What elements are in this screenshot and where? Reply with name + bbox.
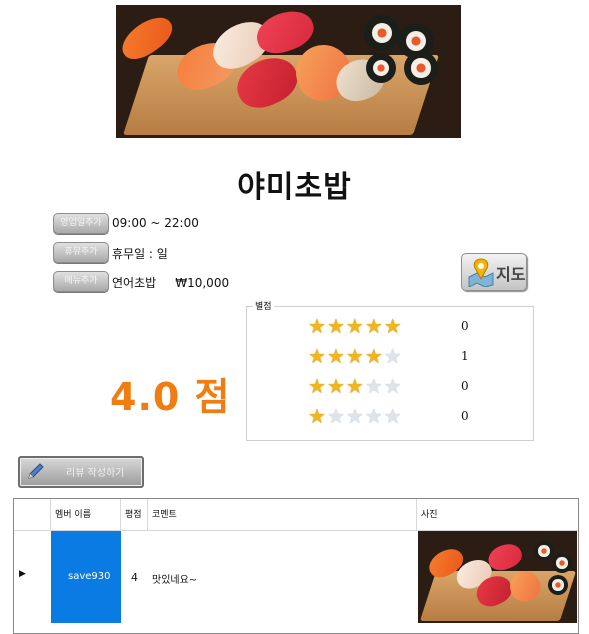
star-empty-icon: ★ bbox=[383, 374, 402, 398]
hours-value: 09:00 ~ 22:00 bbox=[112, 216, 199, 230]
star-empty-icon: ★ bbox=[364, 404, 383, 428]
rating-count-3: 0 bbox=[461, 379, 469, 393]
hours-add-button[interactable]: 영업일추가 bbox=[53, 213, 109, 234]
rating-count-1: 0 bbox=[461, 319, 469, 333]
average-score: 4.0 점 bbox=[110, 375, 231, 419]
map-button-label: 지도 bbox=[496, 265, 526, 284]
menu-value: 연어초밥 ₩10,000 bbox=[112, 276, 230, 290]
holiday-add-button[interactable]: 휴뮤추가 bbox=[53, 242, 109, 263]
star-empty-icon: ★ bbox=[383, 344, 402, 368]
star-filled-icon: ★ bbox=[308, 314, 326, 338]
rating-row-3: ★ ★ ★ ★ ★ bbox=[308, 376, 402, 396]
star-filled-icon: ★ bbox=[308, 404, 326, 428]
row-header-corner bbox=[14, 499, 51, 531]
rating-row-1: ★ ★ ★ ★ ★ bbox=[308, 316, 402, 336]
table-row[interactable]: ▶ save930 4 맛있네요~ bbox=[14, 531, 578, 633]
column-header-comment[interactable]: 코멘트 bbox=[148, 499, 417, 531]
star-filled-icon: ★ bbox=[345, 314, 364, 338]
rating-count-2: 1 bbox=[461, 349, 469, 363]
write-review-button[interactable]: 리뷰 작성하기 bbox=[18, 456, 144, 488]
rating-row-2: ★ ★ ★ ★ ★ bbox=[308, 346, 402, 366]
column-header-member[interactable]: 멤버 이름 bbox=[51, 499, 121, 531]
review-photo bbox=[418, 531, 577, 623]
star-filled-icon: ★ bbox=[308, 374, 326, 398]
star-filled-icon: ★ bbox=[326, 374, 345, 398]
star-filled-icon: ★ bbox=[326, 344, 345, 368]
map-pin-icon bbox=[468, 258, 494, 287]
row-selector-icon: ▶ bbox=[19, 569, 26, 579]
rating-value: 4 bbox=[131, 571, 138, 584]
rating-row-4: ★ ★ ★ ★ ★ bbox=[308, 406, 402, 426]
restaurant-photo bbox=[116, 5, 461, 138]
star-empty-icon: ★ bbox=[383, 404, 402, 428]
column-header-rating[interactable]: 평점 bbox=[121, 499, 148, 531]
map-button[interactable]: 지도 bbox=[461, 253, 527, 291]
review-table[interactable]: 멤버 이름 평점 코멘트 사진 ▶ save930 4 맛있네요~ bbox=[13, 498, 579, 634]
holiday-value: 휴무일 : 일 bbox=[112, 247, 168, 261]
star-filled-icon: ★ bbox=[364, 314, 383, 338]
star-filled-icon: ★ bbox=[345, 344, 364, 368]
star-empty-icon: ★ bbox=[345, 404, 364, 428]
star-filled-icon: ★ bbox=[345, 374, 364, 398]
write-review-label: 리뷰 작성하기 bbox=[66, 468, 125, 479]
rating-count-4: 0 bbox=[461, 409, 469, 423]
star-filled-icon: ★ bbox=[308, 344, 326, 368]
pencil-icon bbox=[28, 463, 44, 479]
column-header-photo[interactable]: 사진 bbox=[417, 499, 578, 531]
star-empty-icon: ★ bbox=[364, 374, 383, 398]
rating-legend: 별점 bbox=[253, 299, 274, 312]
star-empty-icon: ★ bbox=[326, 404, 345, 428]
menu-add-button[interactable]: 메뉴추가 bbox=[53, 271, 109, 292]
star-filled-icon: ★ bbox=[383, 314, 402, 338]
comment-text: 맛있네요~ bbox=[152, 575, 198, 586]
member-name: save930 bbox=[68, 571, 111, 582]
star-filled-icon: ★ bbox=[326, 314, 345, 338]
restaurant-name: 야미초밥 bbox=[237, 170, 352, 205]
star-filled-icon: ★ bbox=[364, 344, 383, 368]
